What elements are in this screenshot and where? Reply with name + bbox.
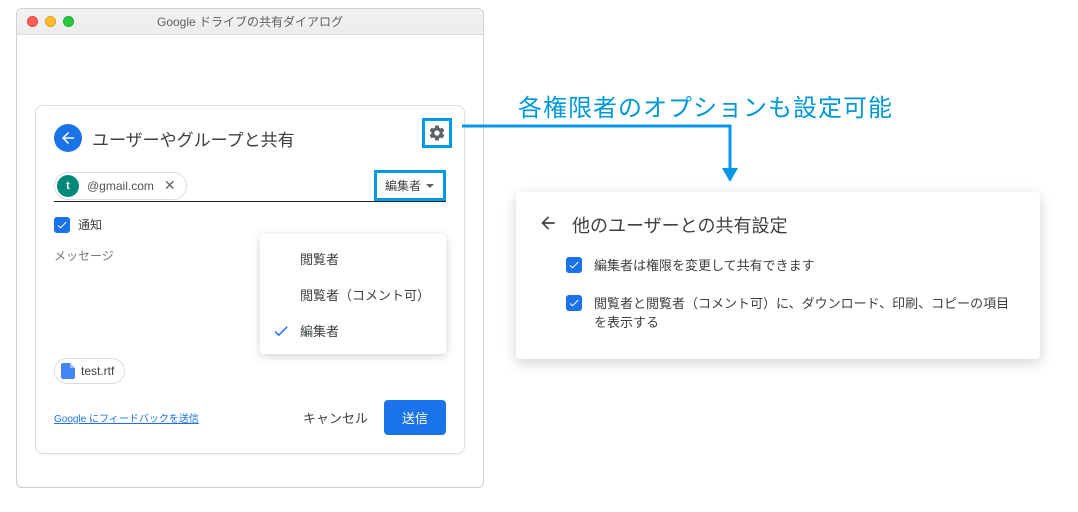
arrow-connector — [460, 120, 740, 190]
annotation-title: 各権限者のオプションも設定可能 — [518, 88, 893, 123]
window-title: Google ドライブの共有ダイアログ — [17, 13, 483, 30]
remove-recipient-button[interactable]: ✕ — [162, 177, 178, 194]
dialog-header: ユーザーやグループと共有 — [54, 124, 446, 152]
mac-window: Google ドライブの共有ダイアログ ユーザーやグループと共有 t @gmai… — [16, 8, 484, 488]
file-chip[interactable]: test.rtf — [54, 358, 125, 384]
file-name: test.rtf — [81, 364, 114, 378]
check-icon — [272, 322, 288, 338]
role-option-editor[interactable]: 編集者 — [260, 312, 446, 348]
dialog-footer: Google にフィードバックを送信 キャンセル 送信 — [54, 400, 446, 435]
recipient-chip[interactable]: t @gmail.com ✕ — [54, 172, 187, 200]
recipient-row: t @gmail.com ✕ 編集者 — [54, 170, 446, 202]
window-titlebar: Google ドライブの共有ダイアログ — [17, 9, 483, 35]
settings-back-button[interactable] — [538, 213, 558, 238]
arrow-left-icon — [538, 213, 558, 233]
settings-option-1: 編集者は権限を変更して共有できます — [538, 256, 1018, 276]
back-button[interactable] — [54, 124, 82, 152]
check-icon — [568, 297, 580, 309]
feedback-link[interactable]: Google にフィードバックを送信 — [54, 410, 199, 425]
document-icon — [61, 363, 75, 379]
role-dropdown[interactable]: 編集者 — [374, 170, 446, 201]
recipient-email: @gmail.com — [87, 179, 154, 193]
check-icon — [56, 219, 68, 231]
role-option-viewer[interactable]: 閲覧者 — [260, 240, 446, 276]
caret-down-icon — [425, 181, 435, 191]
settings-checkbox-2[interactable] — [566, 295, 582, 311]
settings-title: 他のユーザーとの共有設定 — [572, 212, 787, 238]
arrow-left-icon — [59, 129, 77, 147]
avatar: t — [57, 175, 79, 197]
settings-label-1: 編集者は権限を変更して共有できます — [594, 256, 815, 276]
dialog-title: ユーザーやグループと共有 — [92, 126, 295, 151]
settings-button[interactable] — [422, 118, 452, 148]
share-settings-panel: 他のユーザーとの共有設定 編集者は権限を変更して共有できます 閲覧者と閲覧者（コ… — [516, 192, 1040, 359]
settings-option-2: 閲覧者と閲覧者（コメント可）に、ダウンロード、印刷、コピーの項目を表示する — [538, 294, 1018, 333]
role-option-label: 閲覧者 — [300, 249, 339, 268]
settings-header: 他のユーザーとの共有設定 — [538, 212, 1018, 238]
gear-icon — [428, 124, 446, 142]
share-dialog: ユーザーやグループと共有 t @gmail.com ✕ 編集者 通知 メッセージ — [35, 105, 465, 454]
role-option-commenter[interactable]: 閲覧者（コメント可） — [260, 276, 446, 312]
notify-row: 通知 — [54, 216, 446, 233]
notify-checkbox[interactable] — [54, 217, 70, 233]
notify-label: 通知 — [78, 216, 102, 233]
send-button[interactable]: 送信 — [384, 400, 446, 435]
role-option-label: 編集者 — [300, 321, 339, 340]
role-dropdown-label: 編集者 — [385, 177, 421, 194]
settings-checkbox-1[interactable] — [566, 257, 582, 273]
settings-label-2: 閲覧者と閲覧者（コメント可）に、ダウンロード、印刷、コピーの項目を表示する — [594, 294, 1018, 333]
role-option-label: 閲覧者（コメント可） — [300, 285, 430, 304]
role-menu: 閲覧者 閲覧者（コメント可） 編集者 — [260, 234, 446, 354]
cancel-button[interactable]: キャンセル — [303, 408, 368, 427]
check-icon — [568, 259, 580, 271]
